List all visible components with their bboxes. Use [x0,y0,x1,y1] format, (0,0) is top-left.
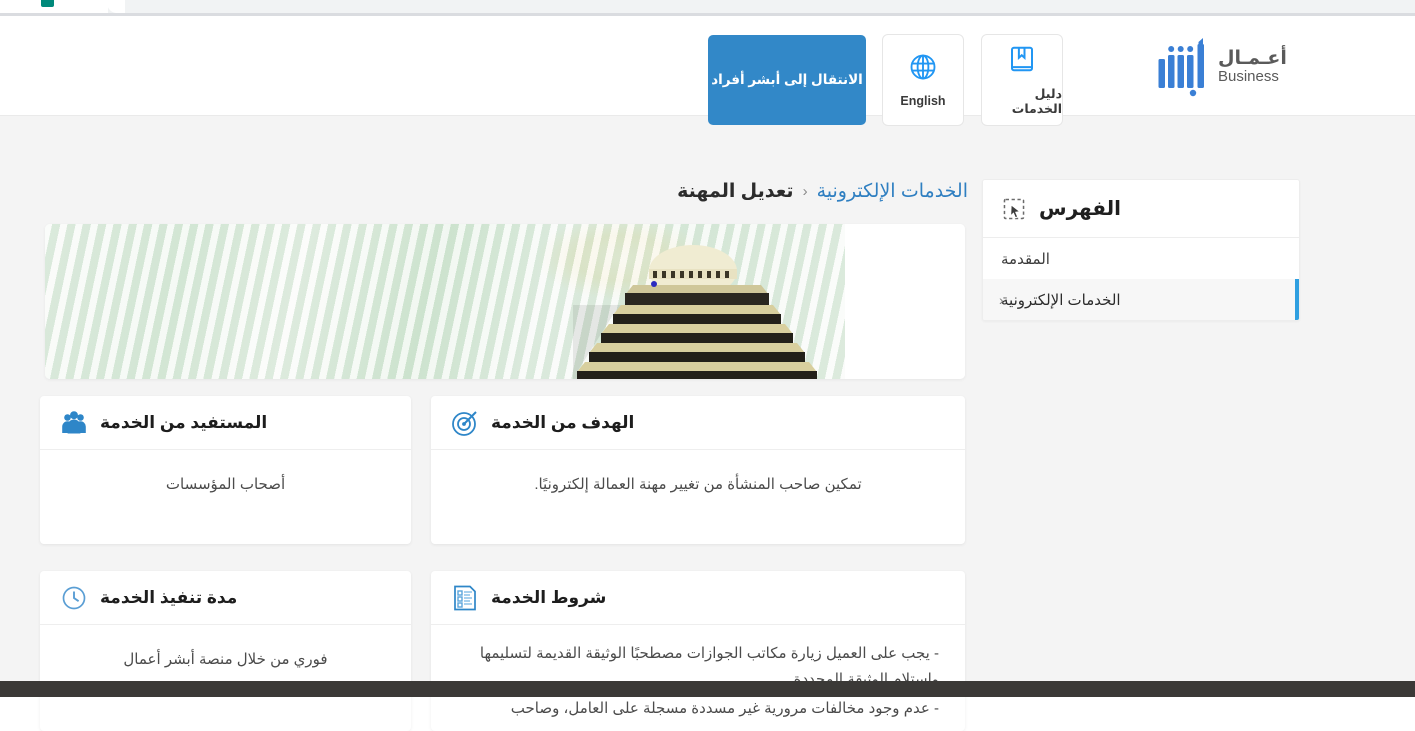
card-service-purpose: الهدف من الخدمة تمكين صاحب المنشأة من تغ… [431,396,965,544]
switch-to-absher-individuals-button[interactable]: الانتقال إلى أبشر أفراد [708,35,866,125]
book-icon [1011,46,1033,72]
breadcrumb-separator-icon: ‹ [802,183,808,200]
card-title: الهدف من الخدمة [491,412,635,432]
breadcrumb-parent-link[interactable]: الخدمات الإلكترونية [817,180,968,203]
logo-arabic-text: أعـمـال [1218,48,1287,70]
card-service-beneficiary: المستفيد من الخدمة أصحاب المؤسسات [40,396,411,544]
tab-strip-background [107,0,1415,13]
card-header: الهدف من الخدمة [431,396,965,450]
ministry-building-illustration [573,245,817,379]
users-group-icon [62,410,86,433]
bottom-dark-bar [0,681,1415,697]
target-icon [452,410,477,436]
logo-english-text: Business [1218,68,1279,86]
page-root: أعـمـال Business دليل الخدمات English ال… [0,16,1415,731]
index-item-introduction[interactable]: المقدمة [983,238,1299,279]
card-header: المستفيد من الخدمة [40,396,411,450]
index-panel-title: الفهرس [1039,198,1122,220]
breadcrumb-current-page: تعديل المهنة [677,181,794,202]
card-title: شروط الخدمة [491,587,607,607]
index-item-label: الخدمات الإلكترونية [1001,291,1121,309]
card-service-terms: شروط الخدمة - يجب على العميل زيارة مكاتب… [431,571,965,731]
card-body-text: تمكين صاحب المنشأة من تغيير مهنة العمالة… [534,476,862,493]
hero-image [45,224,845,379]
card-service-duration: مدة تنفيذ الخدمة فوري من خلال منصة أبشر … [40,571,411,731]
card-header: شروط الخدمة [431,571,965,625]
service-guide-label: دليل الخدمات [1011,87,1062,116]
cursor-select-icon [1003,198,1025,219]
logo-wordmark: أعـمـال Business [1218,49,1287,85]
checklist-document-icon [454,585,476,610]
language-label: English [900,94,946,108]
card-title: المستفيد من الخدمة [100,412,268,432]
index-item-label: المقدمة [1001,250,1050,268]
service-hero-banner [45,224,965,379]
clock-icon [62,586,86,609]
hero-right-gutter [903,224,965,379]
carousel-indicator-dot[interactable] [651,281,657,287]
language-button[interactable]: English [882,34,964,126]
absher-business-logo[interactable]: أعـمـال Business [1140,32,1295,102]
index-panel-header: الفهرس [983,180,1299,238]
card-body-bullets: - يجب على العميل زيارة مكاتب الجوازات مص… [431,625,965,731]
browser-chrome-sliver [0,0,1415,14]
breadcrumb: الخدمات الإلكترونية ‹ تعديل المهنة [677,180,968,203]
card-title: مدة تنفيذ الخدمة [100,587,238,607]
card-header: مدة تنفيذ الخدمة [40,571,411,625]
absher-logo-mark-icon [1158,38,1204,97]
index-panel: الفهرس المقدمة الخدمات الإلكترونية ‹ [982,179,1300,321]
terms-bullet: - عدم وجود مخالفات مرورية غير مسددة مسجل… [510,699,939,717]
index-item-electronic-services[interactable]: الخدمات الإلكترونية ‹ [983,279,1299,320]
active-browser-tab[interactable] [0,0,108,13]
globe-icon [910,54,936,80]
tab-favicon-icon [41,0,54,7]
service-guide-button[interactable]: دليل الخدمات [981,34,1063,126]
site-header: أعـمـال Business دليل الخدمات English ال… [0,16,1415,126]
main-content: الخدمات الإلكترونية ‹ تعديل المهنة الفهر… [0,116,1415,731]
chevron-left-icon: ‹ [999,291,1004,308]
card-body-text: أصحاب المؤسسات [165,476,286,493]
